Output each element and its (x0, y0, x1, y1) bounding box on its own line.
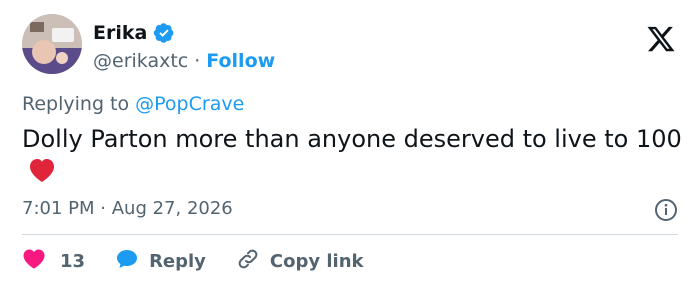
avatar-image (22, 14, 82, 74)
handle-separator: · (194, 50, 201, 72)
follow-button[interactable]: Follow (206, 50, 275, 72)
reply-bubble-icon (115, 247, 139, 275)
red-heart-emoji-icon (28, 157, 56, 183)
reply-label: Reply (149, 250, 206, 272)
verified-badge-icon (153, 22, 175, 44)
tweet-time: 7:01 PM (22, 198, 95, 219)
divider (22, 234, 678, 235)
copy-link-label: Copy link (269, 250, 364, 272)
heart-icon (22, 247, 46, 275)
handle[interactable]: @erikaxtc (93, 50, 188, 72)
reply-context: Replying to @PopCrave (22, 93, 244, 115)
author-block: Erika @erikaxtc · Follow (93, 20, 275, 72)
tweet-meta[interactable]: 7:01 PM · Aug 27, 2026 (22, 198, 233, 219)
tweet-text: Dolly Parton more than anyone deserved t… (22, 125, 682, 153)
info-icon[interactable] (654, 198, 678, 222)
like-count: 13 (60, 250, 86, 272)
tweet-header: Erika @erikaxtc · Follow (22, 14, 678, 78)
reply-prefix: Replying to (22, 93, 136, 115)
avatar[interactable] (22, 14, 82, 74)
action-bar: 13 Reply Copy link (22, 248, 394, 274)
x-logo-icon[interactable] (646, 24, 676, 54)
link-icon (236, 247, 260, 275)
tweet-card: Erika @erikaxtc · Follow Replying to @Po… (0, 0, 700, 287)
display-name[interactable]: Erika (93, 22, 147, 44)
reply-button[interactable]: Reply (115, 247, 206, 275)
reply-mention-link[interactable]: @PopCrave (135, 93, 244, 115)
tweet-text-container: Dolly Parton more than anyone deserved t… (22, 123, 682, 187)
tweet-date: Aug 27, 2026 (111, 198, 233, 219)
handle-row: @erikaxtc · Follow (93, 50, 275, 72)
name-row: Erika (93, 20, 275, 46)
copy-link-button[interactable]: Copy link (236, 247, 364, 275)
meta-separator: · (100, 198, 106, 219)
like-button[interactable]: 13 (22, 247, 85, 275)
